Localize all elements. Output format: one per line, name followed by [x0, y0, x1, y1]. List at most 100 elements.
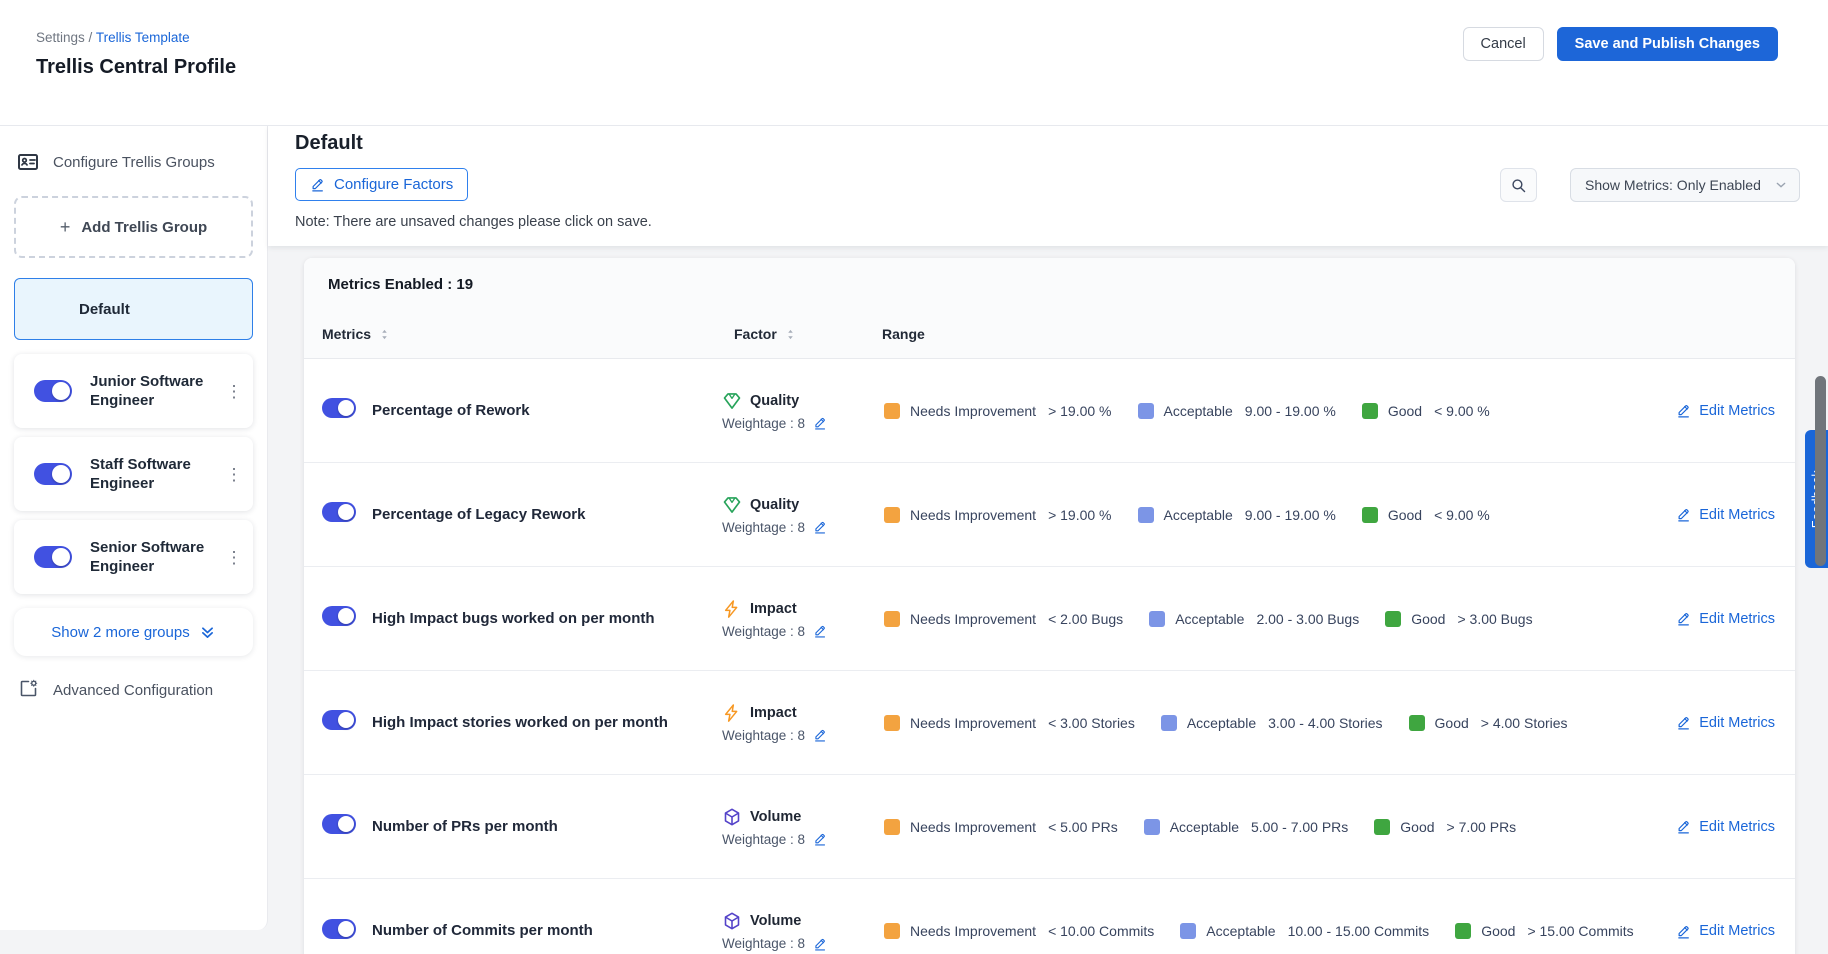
range-value: < 9.00 %: [1434, 507, 1490, 523]
range-level-label: Good: [1481, 923, 1515, 939]
range-group: Acceptable 10.00 - 15.00 Commits: [1180, 923, 1429, 939]
edit-metrics-button[interactable]: Edit Metrics: [1676, 507, 1775, 523]
range-value: < 10.00 Commits: [1048, 923, 1154, 939]
edit-cell: Edit Metrics: [1657, 715, 1775, 731]
sort-icon[interactable]: [784, 328, 797, 341]
toggle-knob: [338, 400, 354, 416]
edit-metrics-button[interactable]: Edit Metrics: [1676, 923, 1775, 939]
edit-cell: Edit Metrics: [1657, 923, 1775, 939]
range-value: 3.00 - 4.00 Stories: [1268, 715, 1382, 731]
weightage-label: Weightage : 8: [722, 728, 805, 743]
edit-metrics-button[interactable]: Edit Metrics: [1676, 715, 1775, 731]
cancel-button[interactable]: Cancel: [1463, 27, 1544, 61]
range-cell: Needs Improvement > 19.00 % Acceptable 9…: [878, 507, 1657, 523]
edit-metrics-button[interactable]: Edit Metrics: [1676, 819, 1775, 835]
sidebar-column: Configure Trellis Groups + Add Trellis G…: [0, 126, 268, 954]
metric-row: Number of PRs per month Volume Weightage…: [304, 775, 1795, 879]
toggle-knob: [338, 712, 354, 728]
configure-factors-button[interactable]: Configure Factors: [295, 168, 468, 201]
range-value: > 3.00 Bugs: [1457, 611, 1532, 627]
sidebar-item-default[interactable]: Default: [14, 278, 253, 340]
column-header-metrics[interactable]: Metrics: [322, 326, 722, 342]
factor-cell: Volume Weightage : 8: [722, 911, 878, 951]
advanced-configuration-button[interactable]: Advanced Configuration: [18, 678, 253, 703]
range-group: Acceptable 5.00 - 7.00 PRs: [1144, 819, 1349, 835]
edit-weightage-icon[interactable]: [813, 624, 827, 638]
pencil-icon: [1676, 403, 1691, 418]
range-level-label: Acceptable: [1164, 403, 1233, 419]
add-trellis-group-button[interactable]: + Add Trellis Group: [14, 196, 253, 258]
metric-name: Percentage of Rework: [372, 401, 722, 421]
metric-toggle-cell: [322, 398, 372, 423]
pencil-icon: [1676, 507, 1691, 522]
table-panel-top: Metrics Enabled : 19 Metrics Factor Rang…: [304, 258, 1795, 359]
range-level-label: Needs Improvement: [910, 715, 1036, 731]
range-cell: Needs Improvement < 2.00 Bugs Acceptable…: [878, 611, 1657, 627]
group-toggle[interactable]: [34, 380, 72, 402]
metric-toggle[interactable]: [322, 919, 356, 939]
range-value: < 9.00 %: [1434, 403, 1490, 419]
kebab-menu-icon[interactable]: ⋮: [223, 466, 245, 483]
metric-row: High Impact bugs worked on per month Imp…: [304, 567, 1795, 671]
range-color-square: [1385, 611, 1401, 627]
column-header-factor[interactable]: Factor: [722, 326, 878, 342]
range-color-square: [884, 611, 900, 627]
group-toggle[interactable]: [34, 463, 72, 485]
show-more-groups-button[interactable]: Show 2 more groups: [14, 608, 253, 656]
edit-weightage-icon[interactable]: [813, 728, 827, 742]
trellis-group-card[interactable]: Senior Software Engineer ⋮: [14, 520, 253, 594]
edit-weightage-icon[interactable]: [813, 832, 827, 846]
toggle-knob: [52, 465, 70, 483]
metric-toggle[interactable]: [322, 814, 356, 834]
range-group: Acceptable 9.00 - 19.00 %: [1138, 403, 1336, 419]
trellis-group-card[interactable]: Staff Software Engineer ⋮: [14, 437, 253, 511]
range-color-square: [1455, 923, 1471, 939]
range-color-square: [1180, 923, 1196, 939]
factor-cell: Quality Weightage : 8: [722, 495, 878, 535]
edit-metrics-button[interactable]: Edit Metrics: [1676, 611, 1775, 627]
metric-toggle[interactable]: [322, 710, 356, 730]
edit-weightage-icon[interactable]: [813, 416, 827, 430]
metric-toggle-cell: [322, 814, 372, 839]
group-toggle[interactable]: [34, 546, 72, 568]
show-metrics-filter-dropdown[interactable]: Show Metrics: Only Enabled: [1570, 168, 1800, 202]
metric-toggle[interactable]: [322, 502, 356, 522]
range-level-label: Good: [1400, 819, 1434, 835]
group-name: Senior Software Engineer: [82, 538, 213, 576]
metric-toggle-cell: [322, 919, 372, 944]
factor-name: Impact: [750, 705, 797, 721]
weightage-label: Weightage : 8: [722, 520, 805, 535]
search-button[interactable]: [1500, 168, 1537, 202]
breadcrumb-current-link[interactable]: Trellis Template: [96, 30, 190, 45]
metric-toggle[interactable]: [322, 606, 356, 626]
metric-row: Percentage of Legacy Rework Quality Weig…: [304, 463, 1795, 567]
range-color-square: [1161, 715, 1177, 731]
edit-weightage-icon[interactable]: [813, 520, 827, 534]
box-gear-icon: [18, 678, 39, 703]
edit-metrics-label: Edit Metrics: [1699, 819, 1775, 835]
range-color-square: [1409, 715, 1425, 731]
kebab-menu-icon[interactable]: ⋮: [223, 549, 245, 566]
metric-row: High Impact stories worked on per month …: [304, 671, 1795, 775]
edit-metrics-label: Edit Metrics: [1699, 715, 1775, 731]
range-value: < 5.00 PRs: [1048, 819, 1118, 835]
edit-weightage-icon[interactable]: [813, 937, 827, 951]
range-color-square: [884, 819, 900, 835]
metric-toggle[interactable]: [322, 398, 356, 418]
range-level-label: Needs Improvement: [910, 403, 1036, 419]
breadcrumb: Settings / Trellis Template: [36, 30, 190, 45]
range-level-label: Good: [1411, 611, 1445, 627]
range-level-label: Acceptable: [1164, 507, 1233, 523]
edit-metrics-button[interactable]: Edit Metrics: [1676, 403, 1775, 419]
metric-toggle-cell: [322, 502, 372, 527]
group-title: Default: [295, 132, 363, 155]
vertical-scrollbar-thumb[interactable]: [1815, 376, 1826, 566]
save-publish-button[interactable]: Save and Publish Changes: [1557, 27, 1778, 61]
edit-cell: Edit Metrics: [1657, 611, 1775, 627]
sidebar: Configure Trellis Groups + Add Trellis G…: [0, 126, 268, 930]
trellis-group-card[interactable]: Junior Software Engineer ⋮: [14, 354, 253, 428]
factor-cell: Impact Weightage : 8: [722, 703, 878, 743]
double-chevron-down-icon: [199, 624, 216, 641]
kebab-menu-icon[interactable]: ⋮: [223, 383, 245, 400]
sort-icon[interactable]: [378, 328, 391, 341]
